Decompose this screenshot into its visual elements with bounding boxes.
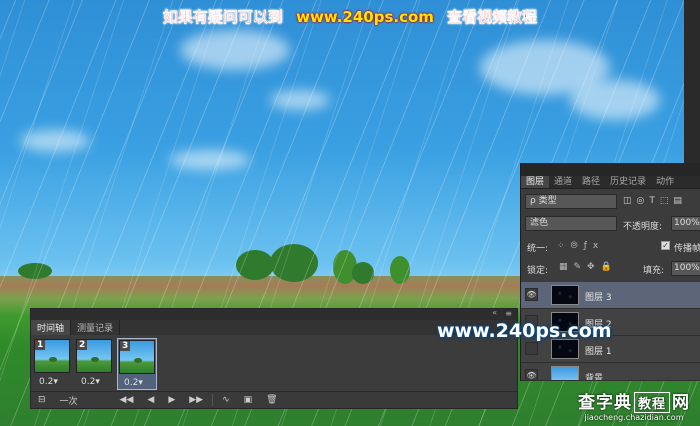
adjustment-filter-icon[interactable]: ◎	[637, 196, 650, 206]
duplicate-frame-icon[interactable]: ▣	[237, 395, 260, 405]
next-frame-icon[interactable]: ▶▶	[182, 395, 210, 405]
frame-2[interactable]: 2 0.2▾	[75, 338, 115, 390]
lock-row: 锁定: ▦✎✥🔒 填充: 100%	[521, 261, 700, 277]
tab-actions[interactable]: 动作	[651, 176, 679, 188]
visibility-toggle[interactable]	[525, 342, 538, 355]
frame-delay[interactable]: 0.2▾	[81, 377, 100, 387]
collapse-icon[interactable]: «	[492, 308, 497, 317]
logo-text-b: 教程	[633, 392, 670, 413]
unify-icons[interactable]: ⁘⦾ƒx	[557, 241, 604, 251]
layer-row-background[interactable]: 👁 背景	[521, 363, 700, 381]
layers-panel: 图层 通道 路径 历史记录 动作 ρ 类型 ◫◎T⬚▤ 滤色 不透明度: 100…	[520, 163, 700, 381]
tab-paths[interactable]: 路径	[577, 176, 605, 188]
frame-number: 1	[35, 340, 46, 350]
unify-label: 统一:	[527, 244, 549, 254]
watermark-url: www.240ps.com	[437, 320, 612, 342]
opacity-field[interactable]: 100%	[671, 216, 700, 231]
layer-name: 图层 3	[585, 293, 612, 303]
play-icon[interactable]: ▶	[161, 395, 182, 405]
frame-1[interactable]: 1 0.2▾	[33, 338, 73, 390]
banner-url: www.240ps.com	[296, 8, 434, 26]
filter-type-select[interactable]: ρ 类型	[525, 194, 617, 209]
layers-tabs: 图层 通道 路径 历史记录 动作	[521, 176, 700, 189]
timeline-panel-header: « ≡	[31, 308, 517, 320]
filter-icons[interactable]: ◫◎T⬚▤	[623, 196, 687, 206]
propagate-checkbox[interactable]: ✓	[661, 241, 670, 250]
frame-delay[interactable]: 0.2▾	[39, 377, 58, 387]
layer-filter-row: ρ 类型 ◫◎T⬚▤	[521, 193, 700, 211]
site-logo-url: jiaocheng.chazidian.com	[584, 413, 684, 422]
layer-row-3[interactable]: 👁 图层 3	[521, 282, 700, 309]
visibility-eye-icon[interactable]: 👁	[525, 369, 538, 380]
blend-row: 滤色 不透明度: 100%	[521, 215, 700, 233]
frame-number: 3	[120, 341, 131, 351]
site-logo-name: 查字典 教程网	[578, 388, 690, 413]
banner-text-2: 查看视频教程	[447, 8, 538, 26]
shape-filter-icon[interactable]: ⬚	[660, 196, 674, 206]
panel-menu-icon[interactable]: ≡	[505, 309, 512, 318]
layer-name: 背景	[585, 374, 604, 381]
lock-label: 锁定:	[527, 266, 549, 276]
unify-row: 统一: ⁘⦾ƒx ✓ 传播帧	[521, 239, 700, 255]
site-logo: 查字典 教程网 jiaocheng.chazidian.com	[578, 388, 690, 422]
convert-timeline-icon[interactable]: ⊟	[31, 395, 53, 405]
tab-history[interactable]: 历史记录	[605, 176, 651, 188]
layers-panel-header	[521, 163, 700, 176]
first-frame-icon[interactable]: ◀◀	[113, 395, 141, 405]
layer-name: 图层 1	[585, 347, 612, 357]
frame-3[interactable]: 3 0.2▾	[117, 338, 157, 390]
lock-icons[interactable]: ▦✎✥🔒	[559, 262, 618, 272]
layer-thumbnail	[551, 339, 579, 359]
loop-select[interactable]: 一次	[53, 394, 113, 407]
fill-field[interactable]: 100%	[671, 261, 700, 276]
frame-delay[interactable]: 0.2▾	[124, 378, 143, 388]
layer-thumbnail	[551, 366, 579, 380]
previous-frame-icon[interactable]: ◀	[140, 395, 161, 405]
opacity-label: 不透明度:	[623, 222, 663, 232]
fill-label: 填充:	[643, 266, 665, 276]
visibility-eye-icon[interactable]: 👁	[525, 288, 538, 301]
top-banner: 如果有疑问可以到 www.240ps.com 查看视频教程	[0, 6, 700, 27]
propagate-label: 传播帧	[674, 244, 700, 254]
logo-text-a: 查字典	[577, 393, 632, 413]
delete-frame-icon[interactable]: 🗑	[259, 395, 284, 405]
smartobject-filter-icon[interactable]: ▤	[673, 196, 687, 206]
timeline-toolbar: ⊟ 一次 ◀◀ ◀ ▶ ▶▶ ∿ ▣ 🗑	[31, 391, 517, 408]
frame-number: 2	[77, 340, 88, 350]
type-filter-icon[interactable]: T	[649, 196, 660, 206]
banner-text-1: 如果有疑问可以到	[162, 8, 283, 26]
pixel-filter-icon[interactable]: ◫	[623, 196, 637, 206]
tab-channels[interactable]: 通道	[549, 176, 577, 188]
frame-list: 1 0.2▾ 2 0.2▾ 3 0.2▾	[33, 338, 515, 392]
toolbar-divider	[212, 394, 214, 406]
tab-timeline[interactable]: 时间轴	[31, 320, 72, 335]
tab-measurement-log[interactable]: 测量记录	[71, 320, 121, 335]
blend-mode-select[interactable]: 滤色	[525, 216, 617, 231]
layer-thumbnail	[551, 285, 579, 305]
tween-icon[interactable]: ∿	[215, 395, 237, 405]
tab-layers[interactable]: 图层	[521, 176, 550, 188]
logo-text-c: 网	[672, 393, 690, 413]
